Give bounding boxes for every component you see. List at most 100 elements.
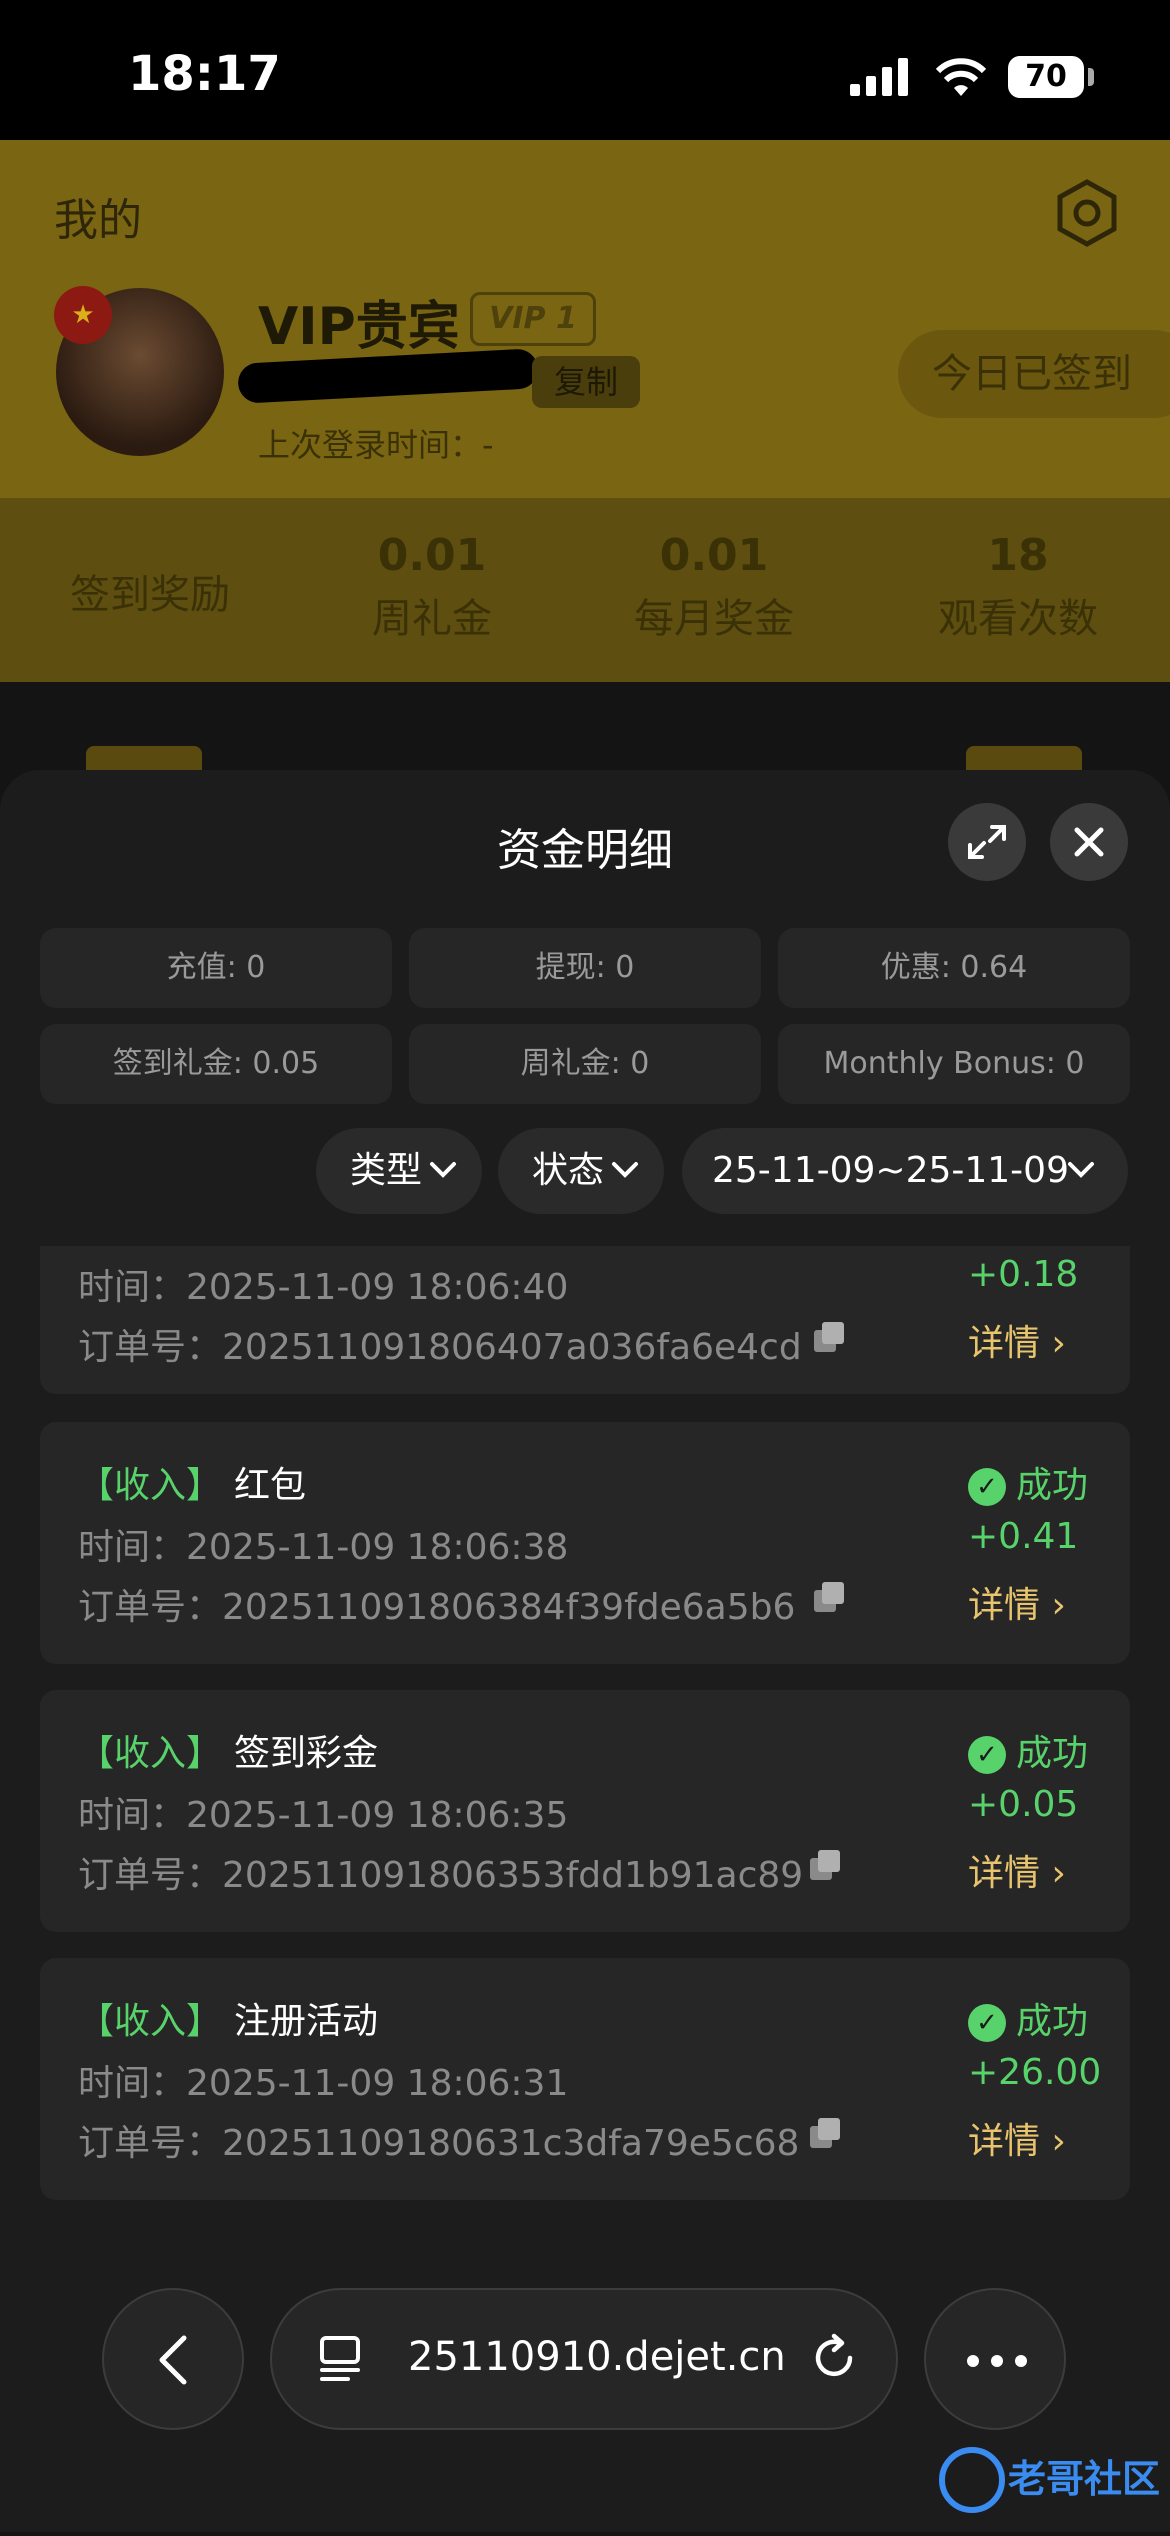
summary-signin-bonus: 签到礼金: 0.05 [40,1024,392,1104]
page-title: 我的 [54,195,142,246]
close-icon [1074,827,1104,857]
copy-icon[interactable] [808,2116,842,2150]
status-time: 18:17 [128,46,281,102]
check-circle-icon: ✓ [968,2004,1006,2042]
stat-views-value: 18 [987,530,1049,581]
detail-label: 详情 [968,1853,1041,1894]
summary-withdraw: 提现: 0 [409,928,761,1008]
record-order-id: 20251109180631c3dfa79e5c68 [222,2123,800,2164]
record-card[interactable]: 时间：2025-11-09 18:06:40 订单号：2025110918064… [40,1246,1130,1394]
check-circle-icon: ✓ [968,1736,1006,1774]
filter-status-label: 状态 [532,1150,605,1191]
more-icon [967,2355,1027,2367]
record-card[interactable]: 【收入】 注册活动 时间：2025-11-09 18:06:31 订单号：2025… [40,1958,1130,2200]
record-title-row: 【收入】 签到彩金 [78,1724,378,1776]
signal-icon [850,58,908,96]
record-order-row: 订单号：202511091806353fdd1b91ac89 [78,1846,803,1898]
record-status-label: 成功 [1016,1733,1089,1774]
check-circle-icon: ✓ [968,1468,1006,1506]
username: VIP贵宾 [258,297,460,357]
summary-deposit: 充值: 0 [40,928,392,1008]
record-order-label: 订单号： [78,1855,223,1896]
close-button[interactable] [1050,803,1128,881]
last-login-text: 上次登录时间：- [258,426,494,464]
watermark-text: 老哥社区 [1008,2457,1160,2501]
filter-date-range[interactable]: 25-11-09~25-11-09 [682,1128,1128,1214]
expand-icon [968,825,1006,859]
record-detail-link[interactable]: 详情 › [968,1844,1066,1896]
record-order-id: 202511091806384f39fde6a5b6 [222,1587,796,1628]
record-time-row: 时间：2025-11-09 18:06:40 [78,1258,568,1310]
reload-icon[interactable] [806,2330,862,2386]
copy-icon[interactable] [812,1320,846,1354]
filter-date-label: 25-11-09~25-11-09 [712,1150,1069,1191]
settings-icon[interactable] [1052,178,1122,248]
record-order-label: 订单号： [78,1587,223,1628]
wifi-icon [935,58,987,96]
record-title-row: 【收入】 注册活动 [78,1992,378,2044]
copy-icon[interactable] [808,1848,842,1882]
record-time-label: 时间： [78,1267,187,1308]
record-status: ✓ 成功 [968,1456,1088,1508]
filter-type[interactable]: 类型 [316,1128,482,1214]
record-detail-link[interactable]: 详情 › [968,1314,1066,1366]
chevron-down-icon [612,1162,638,1178]
url-text[interactable]: 25110910.dejet.cn [408,2334,786,2380]
chevron-right-icon: › [1051,1585,1066,1626]
battery-tip [1088,68,1094,86]
record-time: 2025-11-09 18:06:40 [186,1267,569,1308]
record-type-tag: 【收入】 [78,1733,223,1774]
stat-weekly[interactable]: 0.01 周礼金 [292,530,572,644]
summary-promo: 优惠: 0.64 [778,928,1130,1008]
back-button[interactable] [102,2288,244,2430]
record-detail-link[interactable]: 详情 › [968,1576,1066,1628]
chevron-right-icon: › [1051,1853,1066,1894]
record-status: ✓ 成功 [968,1724,1088,1776]
page-menu-icon[interactable] [318,2334,368,2384]
filter-type-label: 类型 [350,1150,423,1191]
record-title-row: 【收入】 红包 [78,1456,306,1508]
record-type-tag: 【收入】 [78,2001,223,2042]
stat-views-label: 观看次数 [938,596,1098,642]
record-time-row: 时间：2025-11-09 18:06:35 [78,1786,568,1838]
record-time-label: 时间： [78,1795,187,1836]
stat-monthly-value: 0.01 [659,530,769,581]
record-title: 签到彩金 [234,1733,379,1774]
stat-monthly[interactable]: 0.01 每月奖金 [574,530,854,644]
copy-id-button[interactable]: 复制 [532,356,640,408]
record-card[interactable]: 【收入】 签到彩金 时间：2025-11-09 18:06:35 订单号：2025… [40,1690,1130,1932]
record-amount: +0.41 [968,1516,1079,1557]
stat-monthly-label: 每月奖金 [634,596,794,642]
battery-indicator: 70 [1008,56,1084,98]
record-order-label: 订单号： [78,1327,223,1368]
record-order-row: 订单号：20251109180631c3dfa79e5c68 [78,2114,799,2166]
expand-button[interactable] [948,803,1026,881]
record-status: ✓ 成功 [968,1992,1088,2044]
summary-weekly-bonus: 周礼金: 0 [409,1024,761,1104]
record-order-id: 202511091806353fdd1b91ac89 [222,1855,804,1896]
record-detail-link[interactable]: 详情 › [968,2112,1066,2164]
record-amount: +0.05 [968,1784,1079,1825]
signin-reward-label[interactable]: 签到奖励 [70,562,230,620]
record-time: 2025-11-09 18:06:38 [186,1527,569,1568]
records-list[interactable]: 时间：2025-11-09 18:06:40 订单号：2025110918064… [0,1246,1170,2246]
record-title: 红包 [234,1465,307,1506]
copy-icon[interactable] [812,1580,846,1614]
record-card[interactable]: 【收入】 红包 时间：2025-11-09 18:06:38 订单号：202511… [40,1422,1130,1664]
chevron-down-icon [430,1162,456,1178]
record-order-id: 202511091806407a036fa6e4cd [222,1327,802,1368]
checkin-button[interactable]: 今日已签到 [898,330,1170,418]
stat-weekly-value: 0.01 [377,530,487,581]
detail-label: 详情 [968,1585,1041,1626]
detail-label: 详情 [968,1323,1041,1364]
stat-views[interactable]: 18 观看次数 [878,530,1158,644]
more-button[interactable] [924,2288,1066,2430]
record-time-label: 时间： [78,2063,187,2104]
filter-status[interactable]: 状态 [498,1128,664,1214]
record-order-row: 订单号：202511091806384f39fde6a5b6 [78,1578,795,1630]
record-time-row: 时间：2025-11-09 18:06:31 [78,2054,568,2106]
record-order-row: 订单号：202511091806407a036fa6e4cd [78,1318,802,1370]
record-time-row: 时间：2025-11-09 18:06:38 [78,1518,568,1570]
record-type-tag: 【收入】 [78,1465,223,1506]
watermark-logo: 老哥社区 [930,2428,1170,2532]
